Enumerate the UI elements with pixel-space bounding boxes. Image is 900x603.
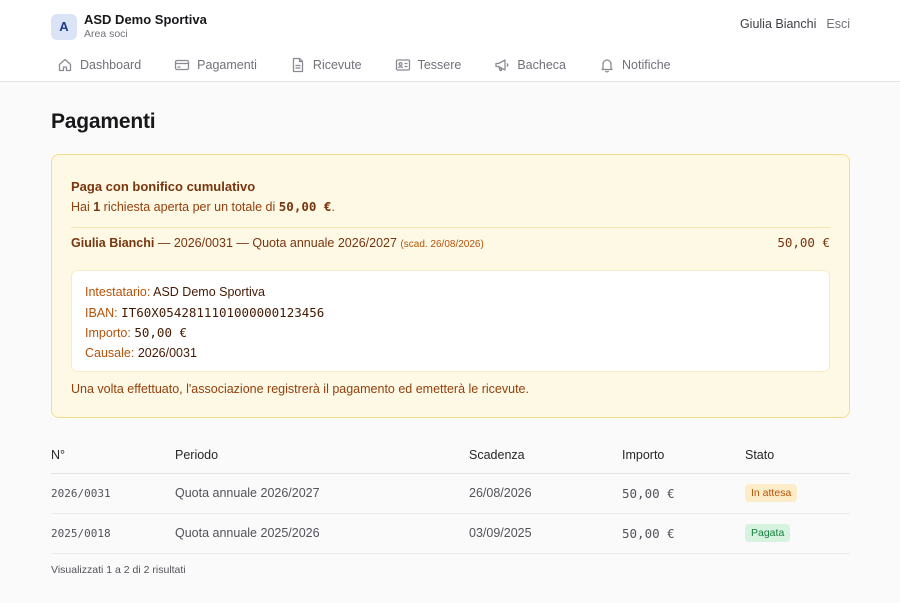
status-badge: In attesa [745,484,798,502]
col-header-due: Scadenza [469,438,622,474]
nav-label-pagamenti: Pagamenti [197,58,257,72]
request-description: Quota annuale 2026/2027 [252,235,397,250]
user-name: Giulia Bianchi [739,17,817,31]
cell-period: Quota annuale 2026/2027 [175,473,469,514]
nav-item-tessere[interactable]: Tessere [389,50,462,80]
panel-footer-note: Una volta effettuato, l'associazione reg… [71,382,529,396]
col-header-amount: Importo [622,438,745,474]
nav-item-pagamenti[interactable]: Pagamenti [168,50,257,80]
nav-label-dashboard: Dashboard [80,58,142,72]
nav-label-tessere: Tessere [417,58,462,72]
panel-summary: Hai 1 richiesta aperta per un totale di … [71,199,335,214]
megaphone-icon [495,59,509,72]
nav-label-ricevute: Ricevute [312,58,362,72]
brand-subtitle: Area soci [84,28,128,40]
nav-label-notifiche: Notifiche [622,58,671,72]
bank-details: Intestatario: ASD Demo Sportiva IBAN: IT… [71,270,830,372]
credit-card-icon [175,59,190,71]
panel-title: Paga con bonifico cumulativo [71,179,256,194]
nav-item-bacheca[interactable]: Bacheca [488,50,566,80]
open-request-row: Giulia Bianchi — 2026/0031 — Quota annua… [71,235,830,250]
open-total: 50,00 € [278,199,332,214]
payments-table: N° Periodo Scadenza Importo Stato 2026/0… [51,438,850,554]
brand[interactable]: A ASD Demo Sportiva Area soci [51,12,207,41]
bank-amount: 50,00 € [134,325,188,340]
bank-holder: ASD Demo Sportiva [153,285,265,299]
main-nav: Dashboard Pagamenti Ricevute Tessere Bac… [51,50,698,80]
nav-item-notifiche[interactable]: Notifiche [593,50,671,80]
pagination-summary: Visualizzati 1 a 2 di 2 risultati [51,564,186,576]
panel-divider [71,227,830,228]
home-icon [58,58,72,72]
cell-due: 26/08/2026 [469,473,622,514]
document-icon [292,57,304,73]
col-header-number: N° [51,438,175,474]
bank-reason[interactable]: 2026/0031 [138,346,197,360]
id-card-icon [395,59,410,71]
brand-title: ASD Demo Sportiva [84,12,207,27]
request-number: 2026/0031 [173,235,233,250]
nav-item-dashboard[interactable]: Dashboard [51,50,141,80]
col-header-period: Periodo [175,438,469,474]
app-header: A ASD Demo Sportiva Area soci Giulia Bia… [0,0,900,82]
request-amount: 50,00 € [777,235,830,250]
bank-iban[interactable]: IT60X0542811101000000123456 [121,305,324,320]
col-header-status: Stato [745,438,850,474]
cell-number: 2025/0018 [51,513,175,554]
cell-due: 03/09/2025 [469,513,622,554]
logout-link[interactable]: Esci [826,17,850,31]
table-row[interactable]: 2025/0018 Quota annuale 2025/2026 03/09/… [51,513,850,554]
brand-avatar: A [51,13,77,40]
cell-number: 2026/0031 [51,473,175,514]
table-row[interactable]: 2026/0031 Quota annuale 2026/2027 26/08/… [51,473,850,514]
request-member: Giulia Bianchi [71,235,155,250]
table-header-row: N° Periodo Scadenza Importo Stato [51,438,850,474]
status-badge: Pagata [745,524,791,542]
request-due-date: (scad. 26/08/2026) [400,238,484,250]
cell-period: Quota annuale 2025/2026 [175,513,469,554]
nav-label-bacheca: Bacheca [517,58,566,72]
page-title: Pagamenti [51,110,156,133]
cell-amount: 50,00 € [622,513,745,554]
user-area: Giulia Bianchi Esci [740,17,850,31]
bell-icon [601,59,613,73]
cell-amount: 50,00 € [622,473,745,514]
nav-item-ricevute[interactable]: Ricevute [284,50,362,80]
bank-transfer-panel: Paga con bonifico cumulativo Hai 1 richi… [51,154,850,418]
